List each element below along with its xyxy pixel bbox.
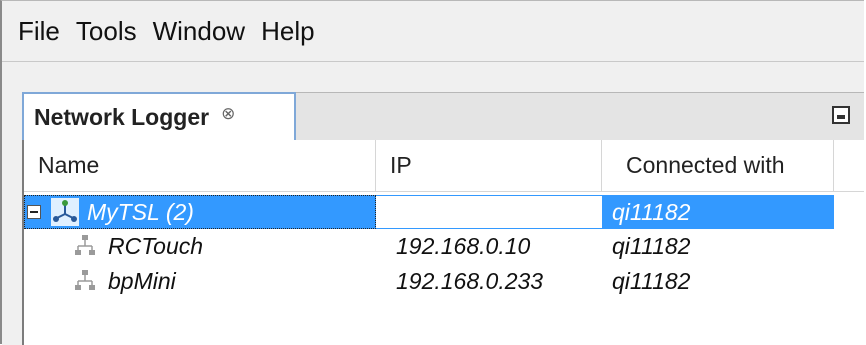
collapse-toggle-icon[interactable]: [27, 205, 41, 219]
row-label: MyTSL (2): [87, 198, 194, 225]
table-row[interactable]: MyTSL (2) qi11182: [24, 195, 864, 229]
cell-name[interactable]: RCTouch: [74, 229, 203, 263]
column-header-extra: [834, 140, 864, 191]
content-area: Network Logger ⊗ Name IP Connected with: [2, 62, 864, 345]
cell-ip: 192.168.0.10: [396, 232, 531, 259]
network-node-icon: [75, 270, 95, 290]
column-header-ip[interactable]: IP: [376, 140, 602, 191]
cell-ip: 192.168.0.233: [396, 267, 544, 294]
table-header: Name IP Connected with: [24, 140, 864, 192]
column-header-connected-with[interactable]: Connected with: [602, 140, 834, 191]
cell-connected-with: qi11182: [612, 232, 691, 259]
close-icon[interactable]: ⊗: [221, 104, 235, 124]
cell-ip: [376, 195, 602, 229]
table-row[interactable]: RCTouch 192.168.0.10 qi11182: [24, 229, 864, 263]
column-header-name[interactable]: Name: [24, 140, 376, 191]
row-label: bpMini: [108, 267, 176, 294]
menu-tools[interactable]: Tools: [76, 16, 137, 46]
cell-connected-with: qi11182: [612, 267, 691, 294]
application-window: File Tools Window Help Network Logger ⊗ …: [0, 0, 864, 345]
cell-connected-with: qi11182: [612, 198, 691, 225]
cell-name[interactable]: MyTSL (2): [24, 195, 376, 229]
menu-help[interactable]: Help: [261, 16, 314, 46]
cell-extra: [834, 195, 864, 229]
tab-network-logger[interactable]: Network Logger ⊗: [22, 92, 296, 141]
network-logger-panel: Name IP Connected with MyTSL (2) qi11182…: [22, 140, 864, 345]
network-node-icon: [75, 235, 95, 255]
minimize-button[interactable]: [832, 106, 850, 124]
menu-file[interactable]: File: [18, 16, 60, 46]
menu-bar: File Tools Window Help: [2, 1, 864, 61]
tab-title: Network Logger: [34, 104, 210, 130]
cell-name[interactable]: bpMini: [74, 264, 176, 298]
row-label: RCTouch: [108, 232, 204, 259]
tab-strip: Network Logger ⊗: [22, 92, 864, 141]
menu-window[interactable]: Window: [153, 16, 245, 46]
network-group-icon: [51, 198, 79, 226]
table-row[interactable]: bpMini 192.168.0.233 qi11182: [24, 264, 864, 298]
